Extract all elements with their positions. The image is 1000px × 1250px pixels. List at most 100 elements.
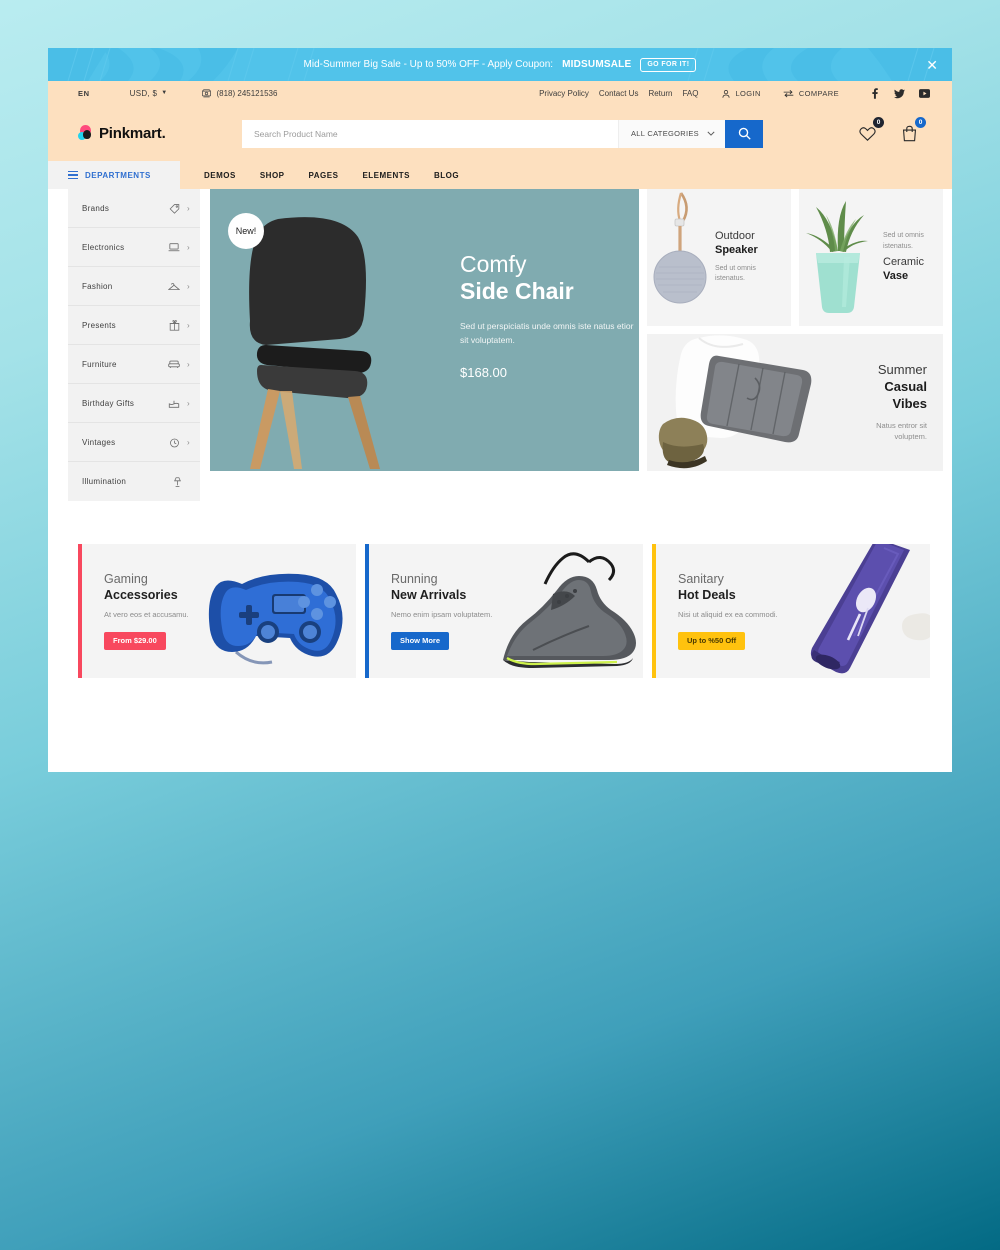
sidebar-item-label: Vintages [82,437,116,447]
sofa-icon [168,358,180,370]
sidebar-item-label: Electronics [82,242,125,252]
gift-icon [168,319,180,331]
promo-card-row: Gaming Accessories At vero eos et accusa… [48,501,952,678]
banner-outdoor-speaker[interactable]: Outdoor Speaker Sed ut omnis istenatus. [647,189,791,326]
sidebar-item-label: Brands [82,203,110,213]
speaker-image [653,192,707,304]
sidebar-item-illumination[interactable]: Illumination [68,462,200,501]
summer-subtitle: Natus entror sit voluptem. [876,420,927,442]
nav-item-pages[interactable]: PAGES [309,171,339,180]
chevron-right-icon: › [187,203,190,213]
promo-text: Mid-Summer Big Sale - Up to 50% OFF - Ap… [303,59,554,70]
sidebar-item-furniture[interactable]: Furniture › [68,345,200,384]
wishlist-button[interactable]: 0 [854,116,884,147]
chevron-right-icon: › [187,359,190,369]
gaming-title-bold: Accessories [104,588,178,603]
compare-label: COMPARE [798,89,839,98]
search-icon [738,127,751,140]
promo-announcement-bar: Mid-Summer Big Sale - Up to 50% OFF - Ap… [48,48,952,81]
promo-card-gaming[interactable]: Gaming Accessories At vero eos et accusa… [78,544,356,678]
compare-button[interactable]: COMPARE [783,89,839,98]
cart-button[interactable]: 0 [896,116,926,147]
storefront-page: Mid-Summer Big Sale - Up to 50% OFF - Ap… [48,48,952,772]
sanitary-cta-button[interactable]: Up to %50 Off [678,632,746,651]
utility-bar: EN USD, $ ▼ (818) 245121536 Privacy Poli… [48,81,952,106]
sanitary-title-light: Sanitary [678,571,724,586]
hero-banner[interactable]: New! Comfy Side Chair Sed ut perspiciati… [210,189,639,471]
nav-item-elements[interactable]: ELEMENTS [362,171,410,180]
pinkmart-logo-icon [78,125,93,142]
sanitary-subtitle: Nisi ut aliquid ex ea commodi. [678,610,778,620]
summer-title-bold-1: Casual [884,378,927,394]
chevron-right-icon: › [187,398,190,408]
cart-count-badge: 0 [915,116,926,128]
promo-cta-button[interactable]: GO FOR IT! [640,57,697,72]
gaming-cta-button[interactable]: From $29.00 [104,632,166,651]
laptop-icon [168,241,180,253]
nav-item-blog[interactable]: BLOG [434,171,459,180]
ceramic-vase-image [806,201,868,313]
login-button[interactable]: LOGIN [721,89,760,99]
departments-sidebar: Brands › Electronics › Fashion › Present… [68,189,200,501]
banner-summer-casual-vibes[interactable]: Summer Casual Vibes Natus entror sit vol… [647,334,943,471]
hero-price: $168.00 [460,364,507,380]
facebook-icon[interactable] [869,88,880,99]
sidebar-item-vintages[interactable]: Vintages › [68,423,200,462]
user-icon [722,89,730,98]
promo-card-sanitary[interactable]: Sanitary Hot Deals Nisi ut aliquid ex ea… [652,544,930,678]
language-selector[interactable]: EN [78,89,130,98]
close-icon[interactable]: ✕ [926,58,938,72]
sidebar-item-brands[interactable]: Brands › [68,189,200,228]
search-category-label: ALL CATEGORIES [631,129,699,138]
vase-title-bold: Vase [883,270,909,282]
sidebar-item-electronics[interactable]: Electronics › [68,228,200,267]
sidebar-item-presents[interactable]: Presents › [68,306,200,345]
twitter-icon[interactable] [894,88,905,99]
speaker-subtitle: Sed ut omnis istenatus. [715,264,756,283]
sidebar-item-birthday-gifts[interactable]: Birthday Gifts › [68,384,200,423]
phone-icon [202,89,212,98]
nav-item-demos[interactable]: DEMOS [204,171,236,180]
main-content: Brands › Electronics › Fashion › Present… [48,189,952,501]
search-submit-button[interactable] [725,119,763,148]
site-logo[interactable]: Pinkmart. [78,125,242,142]
gaming-title-light: Gaming [104,571,148,586]
summer-title-light: Summer [877,362,927,378]
youtube-icon[interactable] [919,88,930,99]
login-label: LOGIN [735,89,761,98]
sidebar-item-label: Fashion [82,281,113,291]
banner-area: New! Comfy Side Chair Sed ut perspiciati… [210,189,943,501]
summer-title-bold-2: Vibes [892,395,927,411]
chevron-down-icon [707,131,715,136]
search-category-select[interactable]: ALL CATEGORIES [618,119,725,148]
heart-icon [858,126,876,141]
utility-link-faq[interactable]: FAQ [677,89,703,98]
casual-outfit-image [658,335,812,469]
sidebar-item-label: Presents [82,320,116,330]
nav-item-shop[interactable]: SHOP [260,171,285,180]
vase-title-light: Ceramic [883,256,924,269]
promo-coupon-code: MIDSUMSALE [562,59,632,70]
phone-number: (818) 245121536 [216,89,278,98]
gaming-subtitle: At vero eos et accusamu. [104,610,189,620]
chevron-down-icon: ▼ [161,89,168,96]
main-navigation-row: DEPARTMENTS DEMOS SHOP PAGES ELEMENTS BL… [48,161,952,189]
speaker-title-bold: Speaker [715,244,758,256]
hamburger-icon [68,170,78,180]
departments-toggle[interactable]: DEPARTMENTS [48,161,180,189]
phone-contact[interactable]: (818) 245121536 [201,88,277,99]
sidebar-item-fashion[interactable]: Fashion › [68,267,200,306]
product-search-bar: ALL CATEGORIES [242,119,763,148]
banner-ceramic-vase[interactable]: Sed ut omnis istenatus. Ceramic Vase [799,189,943,326]
utility-link-contact-us[interactable]: Contact Us [594,89,644,98]
currency-selector[interactable]: USD, $ ▼ [130,89,202,98]
utility-link-privacy-policy[interactable]: Privacy Policy [534,89,594,98]
running-cta-button[interactable]: Show More [391,632,450,651]
wishlist-count-badge: 0 [873,116,884,128]
new-badge: New! [228,213,264,249]
utility-link-return[interactable]: Return [643,89,677,98]
search-input[interactable] [242,119,618,148]
promo-card-running[interactable]: Running New Arrivals Nemo enim ipsam vol… [365,544,643,678]
speaker-title-light: Outdoor [715,230,755,243]
hero-title-bold: Side Chair [460,277,574,304]
